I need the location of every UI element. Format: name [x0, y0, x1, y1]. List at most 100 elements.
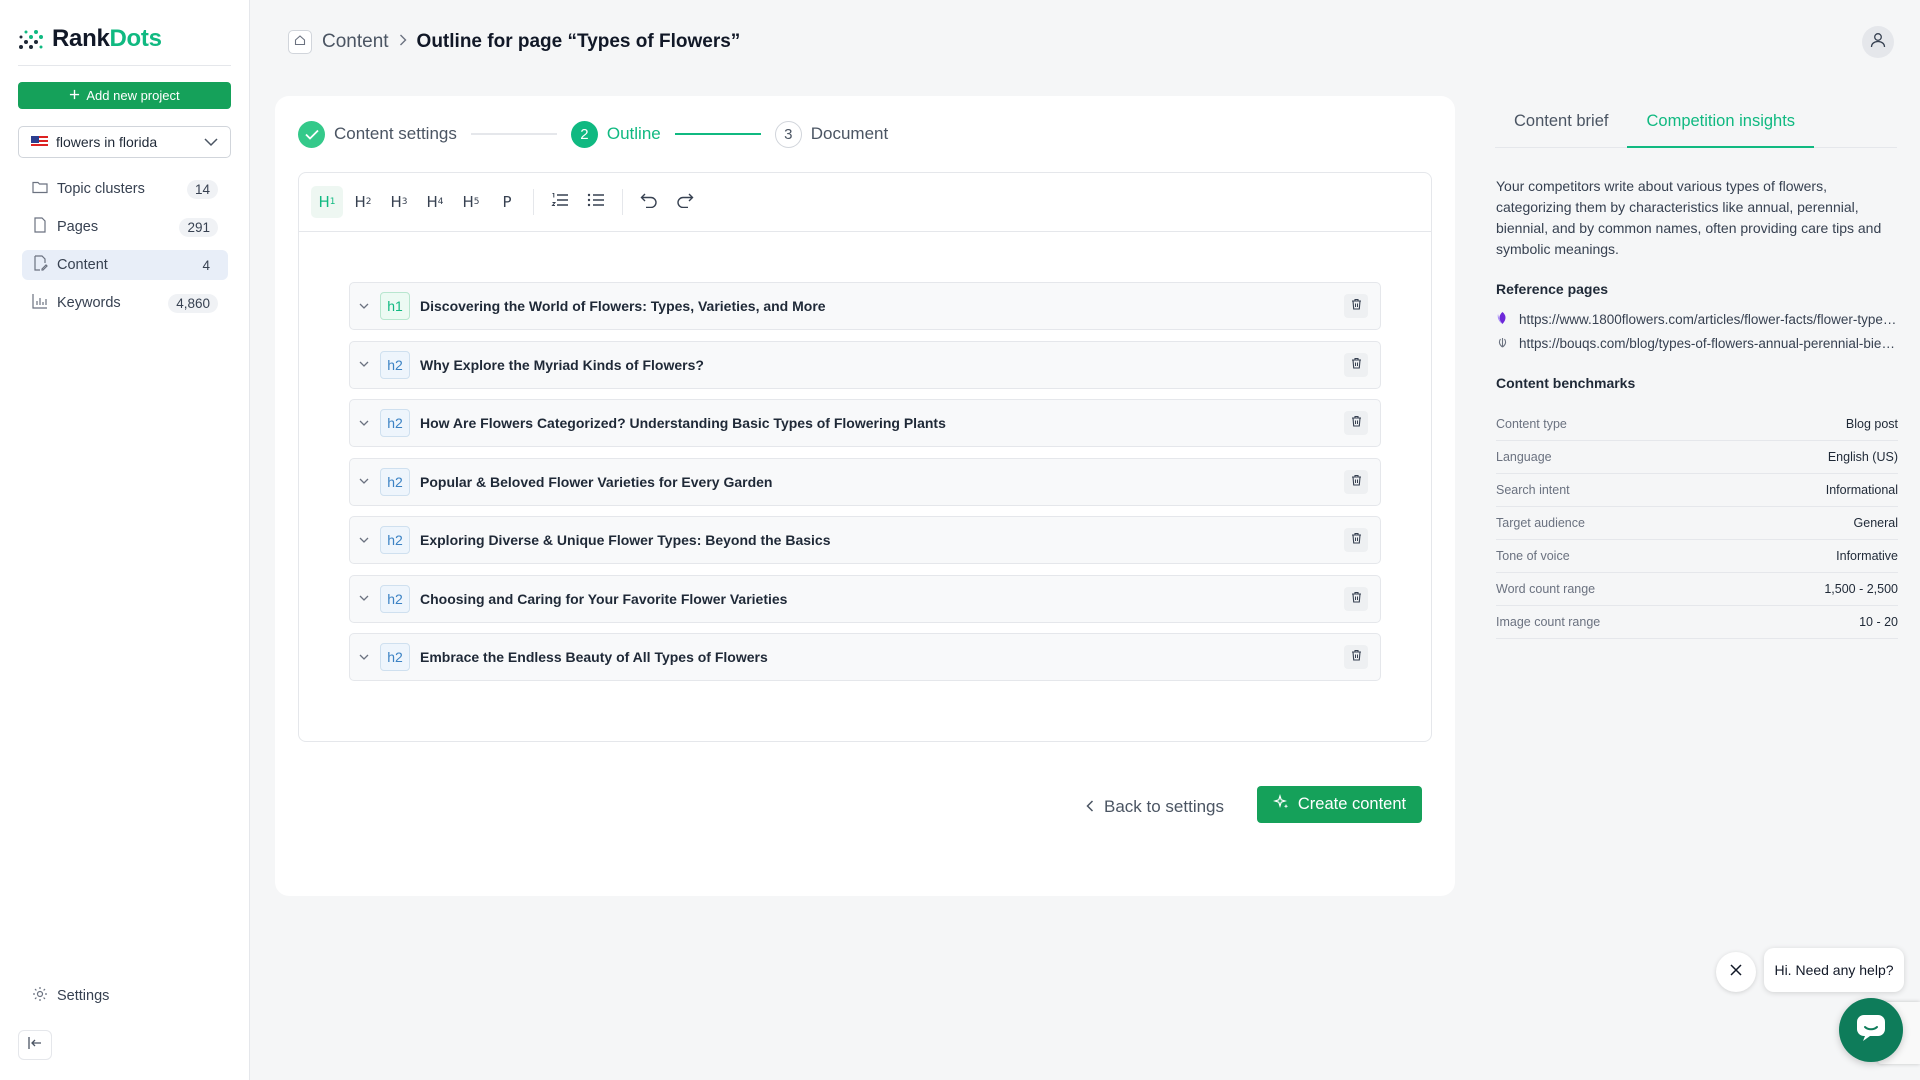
benchmark-label: Tone of voice	[1496, 549, 1570, 563]
benchmark-label: Image count range	[1496, 615, 1601, 629]
brand-name-part2: Dots	[109, 25, 162, 52]
redo-button[interactable]	[669, 186, 701, 218]
chevron-down-icon[interactable]	[358, 537, 370, 544]
heading-level-tag[interactable]: h2	[380, 467, 410, 496]
chat-icon	[1856, 1014, 1886, 1047]
chevron-down-icon[interactable]	[358, 654, 370, 661]
toolbar-separator	[533, 189, 534, 215]
trash-icon	[1351, 414, 1362, 432]
settings-label: Settings	[57, 988, 110, 1004]
heading-4-level: 4	[437, 197, 444, 207]
add-project-button[interactable]: Add new project	[18, 82, 231, 109]
project-select[interactable]: flowers in florida	[18, 126, 231, 158]
outline-heading-text[interactable]: Popular & Beloved Flower Varieties for E…	[420, 474, 1334, 490]
heading-4-button[interactable]: H4	[419, 186, 451, 218]
chevron-down-icon[interactable]	[358, 420, 370, 427]
step-outline[interactable]: 2 Outline	[570, 120, 661, 148]
heading-2-label: H	[354, 193, 366, 211]
outline-item[interactable]: h2 Popular & Beloved Flower Varieties for…	[349, 457, 1381, 506]
heading-level-tag[interactable]: h2	[380, 643, 410, 671]
heading-2-button[interactable]: H2	[347, 186, 379, 218]
paragraph-button[interactable]: P	[491, 186, 523, 218]
sparkle-icon	[1272, 793, 1290, 816]
home-button[interactable]	[288, 30, 312, 54]
delete-heading-button[interactable]	[1344, 411, 1368, 435]
tab-competition-insights[interactable]: Competition insights	[1627, 104, 1815, 148]
reference-link[interactable]: https://bouqs.com/blog/types-of-flowers-…	[1496, 335, 1898, 352]
reference-pages-title: Reference pages	[1496, 281, 1609, 297]
ordered-list-icon	[551, 192, 569, 212]
sidebar-item-content[interactable]: Content 4	[22, 250, 228, 280]
logo[interactable]: RankDots	[18, 24, 162, 54]
benchmark-value: 10 - 20	[1859, 615, 1898, 629]
heading-5-level: 5	[473, 197, 480, 207]
benchmark-row: Tone of voice Informative	[1496, 540, 1898, 573]
outline-item[interactable]: h2 Embrace the Endless Beauty of All Type…	[349, 633, 1381, 681]
chevron-down-icon[interactable]	[358, 361, 370, 368]
create-content-button[interactable]: Create content	[1257, 786, 1422, 823]
chevron-down-icon[interactable]	[358, 478, 370, 485]
outline-item[interactable]: h1 Discovering the World of Flowers: Type…	[349, 282, 1381, 330]
chevron-down-icon[interactable]	[358, 595, 370, 602]
content-benchmarks-title: Content benchmarks	[1496, 375, 1636, 391]
heading-level-tag[interactable]: h2	[380, 526, 410, 554]
benchmark-value: Informative	[1836, 549, 1898, 563]
chevron-down-icon[interactable]	[358, 303, 370, 310]
heading-level-tag[interactable]: h2	[380, 350, 410, 379]
page-title: Outline for page “Types of Flowers”	[416, 31, 741, 52]
outline-item[interactable]: h2 Choosing and Caring for Your Favorite …	[349, 574, 1381, 623]
outline-item[interactable]: h2 How Are Flowers Categorized? Understan…	[349, 399, 1381, 447]
delete-heading-button[interactable]	[1344, 645, 1368, 669]
heading-1-button[interactable]: H1	[311, 186, 343, 218]
outline-item[interactable]: h2 Why Explore the Myriad Kinds of Flower…	[349, 340, 1381, 389]
delete-heading-button[interactable]	[1344, 294, 1368, 318]
chat-greeting[interactable]: Hi. Need any help?	[1764, 948, 1904, 992]
reference-link[interactable]: https://www.1800flowers.com/articles/flo…	[1496, 311, 1898, 328]
home-icon	[294, 33, 306, 51]
reference-url: https://bouqs.com/blog/types-of-flowers-…	[1519, 336, 1898, 351]
outline-heading-text[interactable]: Embrace the Endless Beauty of All Types …	[420, 649, 1334, 665]
create-label: Create content	[1297, 795, 1407, 813]
heading-level-tag[interactable]: h2	[380, 409, 410, 437]
delete-heading-button[interactable]	[1344, 469, 1368, 494]
sidebar-item-settings[interactable]: Settings	[22, 981, 119, 1011]
step-document[interactable]: 3 Document	[774, 120, 889, 148]
bullet-list-button[interactable]	[580, 186, 612, 218]
close-chat-button[interactable]	[1716, 952, 1756, 992]
step-content-settings[interactable]: Content settings	[298, 120, 457, 148]
stepper: Content settings 2 Outline 3 Document	[298, 120, 888, 148]
sidebar-item-topic-clusters[interactable]: Topic clusters 14	[22, 174, 228, 204]
step-label: Content settings	[334, 124, 457, 143]
step-label: Document	[810, 124, 889, 143]
tab-content-brief[interactable]: Content brief	[1495, 104, 1627, 148]
benchmarks-table: Content type Blog post Language English (US…	[1496, 408, 1898, 639]
heading-level-tag[interactable]: h2	[380, 584, 410, 613]
user-avatar[interactable]	[1862, 26, 1894, 58]
delete-heading-button[interactable]	[1344, 528, 1368, 552]
benchmark-row: Target audience General	[1496, 507, 1898, 540]
delete-heading-button[interactable]	[1344, 352, 1368, 377]
back-to-settings-button[interactable]: Back to settings	[1086, 790, 1224, 824]
heading-5-button[interactable]: H5	[455, 186, 487, 218]
heading-level-tag[interactable]: h1	[380, 292, 410, 320]
heading-3-label: H	[390, 193, 402, 211]
heading-3-button[interactable]: H3	[383, 186, 415, 218]
delete-heading-button[interactable]	[1344, 586, 1368, 611]
outline-heading-text[interactable]: Why Explore the Myriad Kinds of Flowers?	[420, 357, 1334, 373]
sidebar-item-pages[interactable]: Pages 291	[22, 212, 228, 242]
outline-editor: H1 H2 H3 H4 H5 P h1 Discovering the Worl…	[298, 172, 1432, 742]
sidebar-item-keywords[interactable]: Keywords 4,860	[22, 288, 228, 318]
breadcrumb-content[interactable]: Content	[322, 31, 389, 53]
collapse-sidebar-button[interactable]	[18, 1030, 52, 1060]
outline-heading-text[interactable]: Choosing and Caring for Your Favorite Fl…	[420, 591, 1334, 607]
ordered-list-button[interactable]	[544, 186, 576, 218]
undo-button[interactable]	[633, 186, 665, 218]
outline-item[interactable]: h2 Exploring Diverse & Unique Flower Type…	[349, 516, 1381, 564]
benchmark-row: Content type Blog post	[1496, 408, 1898, 441]
chat-launcher-button[interactable]	[1839, 998, 1903, 1062]
outline-heading-text[interactable]: How Are Flowers Categorized? Understandi…	[420, 415, 1334, 431]
folder-icon	[32, 180, 48, 198]
outline-heading-text[interactable]: Exploring Diverse & Unique Flower Types:…	[420, 532, 1334, 548]
user-icon	[1869, 31, 1887, 54]
outline-heading-text[interactable]: Discovering the World of Flowers: Types,…	[420, 298, 1334, 314]
